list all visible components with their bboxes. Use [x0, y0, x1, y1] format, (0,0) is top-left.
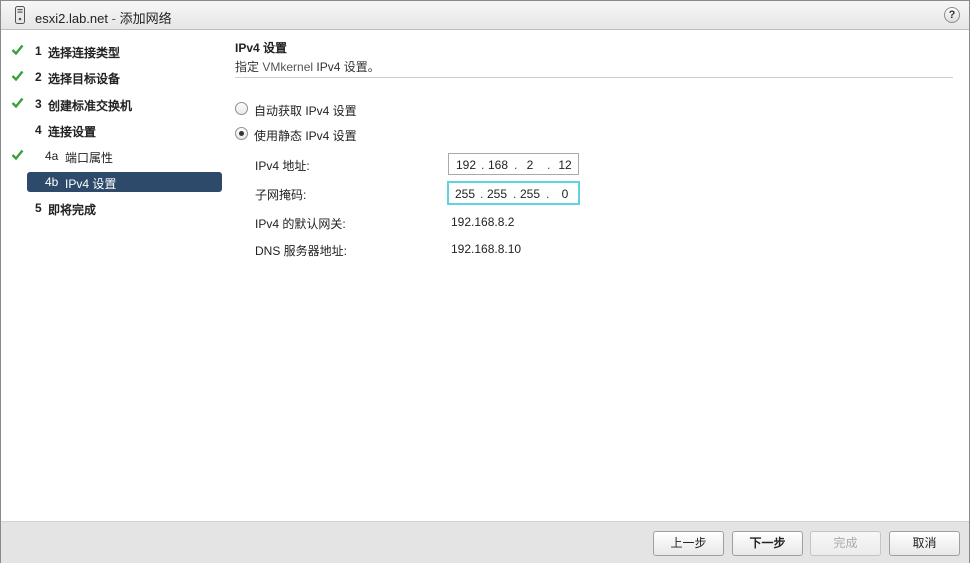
wizard-steps-sidebar: 1 选择连接类型 2 选择目标设备 3 创建标准交换机 4 连接设置 4a 端口…	[1, 31, 225, 521]
step-number: 4a	[45, 149, 59, 163]
subnet-octet-1[interactable]: 255	[452, 187, 478, 201]
next-button[interactable]: 下一步	[732, 531, 803, 556]
vmkernel-text: VMkernel	[262, 60, 314, 74]
step-number: 1	[35, 44, 42, 58]
radio-button-selected[interactable]	[235, 127, 248, 140]
step-4b-ipv4-settings[interactable]: 4b IPv4 设置	[27, 172, 222, 192]
step-3-create-standard-switch[interactable]: 3 创建标准交换机	[1, 94, 225, 114]
step-1-select-connection-type[interactable]: 1 选择连接类型	[1, 41, 225, 61]
octet-separator: .	[480, 187, 484, 201]
subnet-mask-input[interactable]: 255 . 255 . 255 . 0	[447, 181, 580, 205]
dns-server-label: DNS 服务器地址:	[255, 244, 348, 258]
cancel-button[interactable]: 取消	[889, 531, 960, 556]
step-label: 选择目标设备	[48, 72, 121, 86]
check-icon	[11, 97, 24, 109]
ipv4-octet-3[interactable]: 2	[520, 158, 540, 172]
octet-separator: .	[513, 187, 517, 201]
ipv4-octet-4[interactable]: 12	[555, 158, 575, 172]
add-network-wizard-window: esxi2.lab.net - 添加网络 ? 1 选择连接类型 2 选择目标设备…	[0, 0, 970, 563]
ipv4-octet-1[interactable]: 192	[453, 158, 479, 172]
radio-auto-label: 自动获取 IPv4 设置	[254, 104, 357, 118]
subtitle-suffix: IPv4 设置。	[313, 60, 380, 74]
back-button[interactable]: 上一步	[653, 531, 724, 556]
step-number: 5	[35, 201, 42, 215]
step-4a-port-properties[interactable]: 4a 端口属性	[1, 146, 225, 166]
step-number: 4	[35, 123, 42, 137]
step-number: 3	[35, 97, 42, 111]
window-title: esxi2.lab.net - 添加网络	[35, 8, 172, 27]
section-divider	[235, 77, 953, 78]
step-4-connection-settings[interactable]: 4 连接设置	[1, 120, 225, 140]
dns-server-value: 192.168.8.10	[451, 242, 522, 256]
default-gateway-label: IPv4 的默认网关:	[255, 217, 346, 231]
subnet-octet-2[interactable]: 255	[484, 187, 510, 201]
step-label: 即将完成	[48, 203, 97, 217]
step-label: 创建标准交换机	[48, 99, 133, 113]
ipv4-address-label: IPv4 地址:	[255, 159, 310, 173]
server-icon	[15, 6, 25, 24]
octet-separator: .	[546, 187, 550, 201]
ipv4-settings-panel: IPv4 设置 指定 VMkernel IPv4 设置。 自动获取 IPv4 设…	[225, 31, 969, 521]
step-number: 2	[35, 70, 42, 84]
step-label: 选择连接类型	[48, 46, 121, 60]
check-icon	[11, 70, 24, 82]
radio-dot	[239, 131, 244, 136]
octet-separator: .	[481, 158, 485, 172]
help-icon[interactable]: ?	[944, 7, 960, 23]
section-subtitle: 指定 VMkernel IPv4 设置。	[235, 58, 380, 75]
step-label: 连接设置	[48, 125, 97, 139]
default-gateway-value: 192.168.8.2	[451, 215, 515, 229]
step-label: IPv4 设置	[65, 177, 117, 191]
radio-static-label: 使用静态 IPv4 设置	[254, 129, 357, 143]
subnet-octet-3[interactable]: 255	[517, 187, 543, 201]
step-2-select-target-device[interactable]: 2 选择目标设备	[1, 67, 225, 87]
radio-button-unselected[interactable]	[235, 102, 248, 115]
title-separator: -	[108, 11, 120, 26]
finish-button[interactable]: 完成	[810, 531, 881, 556]
step-5-ready-to-complete[interactable]: 5 即将完成	[1, 198, 225, 218]
host-name: esxi2.lab.net	[35, 11, 108, 26]
step-number: 4b	[45, 175, 59, 189]
octet-separator: .	[514, 158, 518, 172]
check-icon	[11, 149, 24, 161]
title-bar: esxi2.lab.net - 添加网络 ?	[1, 1, 969, 30]
section-title: IPv4 设置	[235, 41, 288, 55]
step-label: 端口属性	[65, 151, 114, 165]
wizard-footer: 上一步 下一步 完成 取消	[1, 521, 969, 563]
subnet-mask-label: 子网掩码:	[255, 188, 307, 202]
subnet-octet-4[interactable]: 0	[557, 187, 573, 201]
ipv4-address-input[interactable]: 192 . 168 . 2 . 12	[448, 153, 579, 175]
octet-separator: .	[547, 158, 551, 172]
check-icon	[11, 44, 24, 56]
subtitle-prefix: 指定	[235, 60, 263, 74]
ipv4-octet-2[interactable]: 168	[485, 158, 511, 172]
wizard-title: 添加网络	[119, 11, 172, 26]
